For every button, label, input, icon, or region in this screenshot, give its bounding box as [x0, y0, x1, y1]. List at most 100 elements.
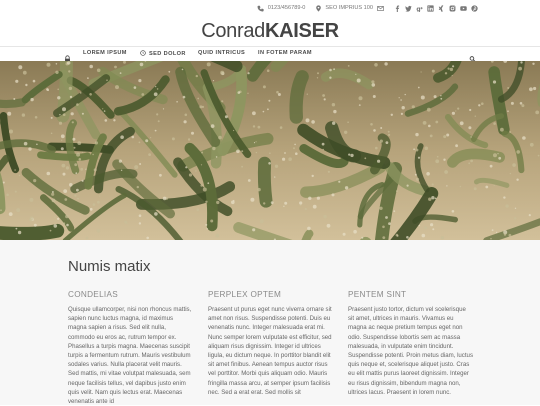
cactus-spine: [92, 153, 94, 156]
cactus-spine: [187, 138, 191, 141]
cactus-spine: [382, 236, 386, 240]
cactus-spine: [377, 159, 381, 163]
column-heading: PENTEM SINT: [348, 290, 407, 299]
youtube-icon[interactable]: [459, 4, 467, 12]
cactus-spine: [446, 185, 448, 187]
cactus-spine: [274, 164, 279, 168]
cactus-spine: [60, 134, 65, 139]
cactus-spine: [449, 67, 454, 72]
cactus-spine: [97, 200, 100, 204]
logo-part-1: Conrad: [201, 20, 265, 42]
address-text: SEO IMPRIUS 100: [325, 5, 373, 11]
cactus-spine: [321, 142, 325, 146]
facebook-icon[interactable]: [393, 4, 401, 12]
cactus-spine: [380, 127, 383, 129]
cactus-spine: [81, 179, 84, 182]
mail-icon[interactable]: [376, 4, 384, 12]
nav-item-lorem-ipsum[interactable]: LOREM IPSUM: [83, 50, 127, 56]
cactus-spine: [150, 137, 152, 139]
home-icon[interactable]: [64, 50, 71, 63]
cactus-spine: [46, 88, 49, 91]
cactus-spine: [60, 147, 64, 151]
site-logo[interactable]: ConradKAISER: [0, 19, 540, 43]
cactus-spine: [327, 170, 330, 173]
nav-item-sed-dolor[interactable]: SED DOLOR: [140, 50, 186, 58]
cactus-spine: [533, 86, 537, 91]
cactus-spine: [76, 188, 79, 192]
cactus-spine: [221, 100, 224, 103]
cactus-spine: [284, 152, 286, 154]
location-icon: [314, 4, 322, 12]
cactus-spine: [422, 121, 427, 125]
cactus-spine: [148, 153, 152, 156]
column-text: Quisque ullamcorper, nisi non rhoncus ma…: [68, 306, 192, 406]
phone-number[interactable]: 0123/456789-0: [268, 5, 306, 11]
nav-item-quid-intricus[interactable]: QUID INTRICUS: [198, 50, 245, 56]
google-plus-icon[interactable]: g: [415, 4, 423, 12]
cactus-spine: [14, 190, 17, 193]
cactus-spine: [241, 150, 244, 153]
cactus-spine: [120, 169, 123, 171]
cactus-spine: [57, 96, 61, 100]
cactus-spine: [474, 115, 476, 117]
cactus-spine: [157, 120, 160, 123]
cactus-spine: [379, 139, 383, 143]
nav-item-in-fotem-param[interactable]: IN FOTEM PARAM: [258, 50, 312, 56]
cactus-spine: [498, 156, 502, 160]
content-column-3: PENTEM SINT Praesent justo tortor, dictu…: [348, 290, 473, 397]
cactus-spine: [432, 228, 435, 231]
cactus-spine: [282, 157, 286, 161]
cactus-spine: [201, 151, 204, 154]
cactus-spine: [507, 87, 510, 89]
cactus-spine: [348, 153, 351, 156]
cactus-spine: [96, 68, 101, 73]
twitter-icon[interactable]: [404, 4, 412, 12]
cactus-spine: [444, 170, 448, 174]
cactus-spine: [493, 184, 495, 186]
instagram-icon[interactable]: [448, 4, 456, 12]
cactus-spine: [53, 216, 56, 219]
search-icon[interactable]: [469, 50, 476, 63]
nav-item-label: SED DOLOR: [149, 51, 186, 57]
pinterest-icon[interactable]: [470, 4, 478, 12]
linkedin-icon[interactable]: [426, 4, 434, 12]
cactus-spine: [508, 233, 512, 237]
cactus-spine: [210, 124, 215, 128]
cactus-spine: [124, 220, 128, 224]
cactus-spine: [358, 104, 361, 106]
cactus-spine: [426, 107, 431, 112]
cactus-spine: [139, 62, 144, 67]
cactus-spine: [82, 151, 84, 153]
cactus-spine: [521, 104, 525, 108]
xing-icon[interactable]: [437, 4, 445, 12]
cactus-spine: [424, 146, 429, 151]
cactus-spine: [247, 92, 249, 94]
cactus-branch: [0, 223, 65, 240]
cactus-spine: [293, 147, 295, 150]
cactus-spine: [459, 185, 462, 188]
cactus-spine: [247, 72, 250, 75]
cactus-spine: [51, 198, 56, 203]
cactus-spine: [184, 113, 188, 117]
cactus-spine: [373, 129, 376, 132]
cactus-spine: [535, 110, 540, 115]
cactus-spine: [353, 229, 357, 234]
cactus-spine: [138, 222, 142, 225]
cactus-spine: [77, 141, 82, 145]
cactus-spine: [493, 153, 497, 158]
cactus-spine: [175, 224, 177, 227]
cactus-spine: [364, 157, 367, 160]
cactus-spine: [62, 172, 66, 176]
cactus-spine: [134, 165, 139, 170]
cactus-spine: [528, 214, 531, 217]
cactus-spine: [322, 148, 325, 151]
cactus-spine: [390, 113, 393, 116]
cactus-spine: [326, 223, 331, 228]
cactus-spine: [294, 143, 296, 146]
cactus-spine: [429, 134, 433, 138]
cactus-spine: [411, 105, 415, 109]
cactus-spine: [537, 154, 540, 157]
cactus-spine: [344, 186, 349, 190]
cactus-spine: [415, 132, 419, 137]
cactus-spine: [210, 219, 214, 223]
